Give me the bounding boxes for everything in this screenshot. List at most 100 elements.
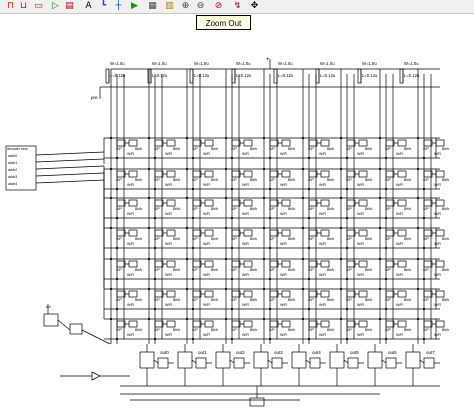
out-label: out0 [160,350,169,355]
junction-dot [416,257,420,261]
junction-dot [115,307,119,311]
cell-pass-gate [435,290,445,298]
nmos-icon[interactable]: ⊓ [5,1,16,12]
cell-pass-gate [358,260,368,268]
cell-wr-label: W/R [357,183,364,187]
cell-pass-gate [320,199,330,207]
cell-bit-label: Bit/b [365,207,372,211]
cell-wr-label: W/R [396,212,403,216]
pmos-device [147,68,152,84]
chip-icon[interactable]: ▦ [147,1,158,12]
cell-data-label: S/P [154,237,160,241]
sa-link [191,359,197,364]
gate-icon[interactable]: ▭ [33,1,44,12]
junction-dot [224,136,228,140]
cell-bit-label: Bit/b [327,328,334,332]
cell-bit-label: Bit/b [365,237,372,241]
output-driver [309,357,321,369]
junction-dot [378,287,382,291]
cell-bit-label: Bit/b [288,268,295,272]
junction-dot [268,156,272,160]
schematic-canvas[interactable]: + pre W=1.0u L=0.12u W=1.0u L=0.12u W=1.0u L=0.… [0,14,474,408]
cell-bit-label: Bit/b [365,147,372,151]
cell-data-label: S/P [308,178,314,182]
cell-data-label: S/P [192,298,198,302]
library-icon[interactable]: ▤ [64,1,75,12]
sense-amp [291,351,307,369]
cell-bit-label: Bit/b [327,268,334,272]
cell-bit-label: Bit/b [404,268,411,272]
cell-bit-label: Bit/b [211,207,218,211]
node-icon[interactable]: ┼ [113,1,124,12]
sense-amp [329,351,345,369]
cell-wr-label: W/R [434,303,441,307]
junction-dot [378,226,382,230]
junction-dot [339,136,343,140]
junction-dot [422,337,426,341]
cell-data-label: S/P [423,237,429,241]
junction-dot [268,246,272,250]
cell-bit-label: Bit/b [250,237,257,241]
decoder-output [35,158,105,163]
pmos-l-label: L=0.12u [152,73,168,78]
cell-bit-label: Bit/b [173,147,180,151]
wr-buffer [43,313,59,327]
junction-dot [230,156,234,160]
run-icon[interactable]: ▶ [129,1,140,12]
junction-dot [301,167,305,171]
cell-bit-label: Bit/b [250,328,257,332]
junction-dot [339,257,343,261]
timing-icon[interactable]: ↯ [232,1,243,12]
cell-data-label: S/P [269,178,275,182]
junction-dot [268,187,272,191]
zoom-in-icon[interactable]: ⊕ [180,1,191,12]
text-icon[interactable]: A [83,1,94,12]
cell-wr-label: W/R [242,152,249,156]
junction-dot [230,277,234,281]
junction-dot [262,167,266,171]
cell-pass-gate [435,170,445,178]
cell-data-label: S/P [346,328,352,332]
cell-wr-label: W/R [357,212,364,216]
cell-wr-label: W/R [280,212,287,216]
junction-dot [191,187,195,191]
pmos-device [315,68,320,84]
sa-link [267,359,273,364]
cell-pass-gate [320,260,330,268]
ctrl-gate [69,323,83,335]
junction-dot [262,287,266,291]
schematic-drawing[interactable]: + pre W=1.0u L=0.12u W=1.0u L=0.12u W=1.0u L=0.… [0,14,474,408]
wire-icon[interactable]: ┗ [98,1,109,12]
cell-pass-gate [320,170,330,178]
junction-dot [339,317,343,321]
junction-dot [185,136,189,140]
cell-wr-label: W/R [242,303,249,307]
cell-wr-label: W/R [242,183,249,187]
cell-pass-gate [204,199,214,207]
cell-bit-label: Bit/b [327,237,334,241]
cell-pass-gate [435,139,445,147]
junction-dot [345,246,349,250]
cell-bit-label: Bit/b [288,178,295,182]
cell-data-label: S/P [308,328,314,332]
book-icon[interactable]: ▥ [164,1,175,12]
cell-pass-gate [204,290,214,298]
pmos-icon[interactable]: ⊔ [18,1,29,12]
cell-data-label: S/P [346,147,352,151]
junction-dot [153,187,157,191]
cell-bit-label: Bit/b [404,298,411,302]
cell-pass-gate [358,229,368,237]
cell-wr-label: W/R [242,333,249,337]
zoom-out-icon[interactable]: ⊖ [195,1,206,12]
cell-pass-gate [435,229,445,237]
out-label: out5 [350,350,359,355]
sa-link [229,359,235,364]
output-driver [271,357,283,369]
pmos-device [189,68,194,84]
move-icon[interactable]: ✥ [249,1,260,12]
cell-data-label: S/P [385,178,391,182]
cell-data-label: S/P [346,298,352,302]
measure-icon[interactable]: ⊘ [213,1,224,12]
inverter-icon[interactable]: ▷ [50,1,61,12]
cell-bit-label: Bit/b [288,237,295,241]
